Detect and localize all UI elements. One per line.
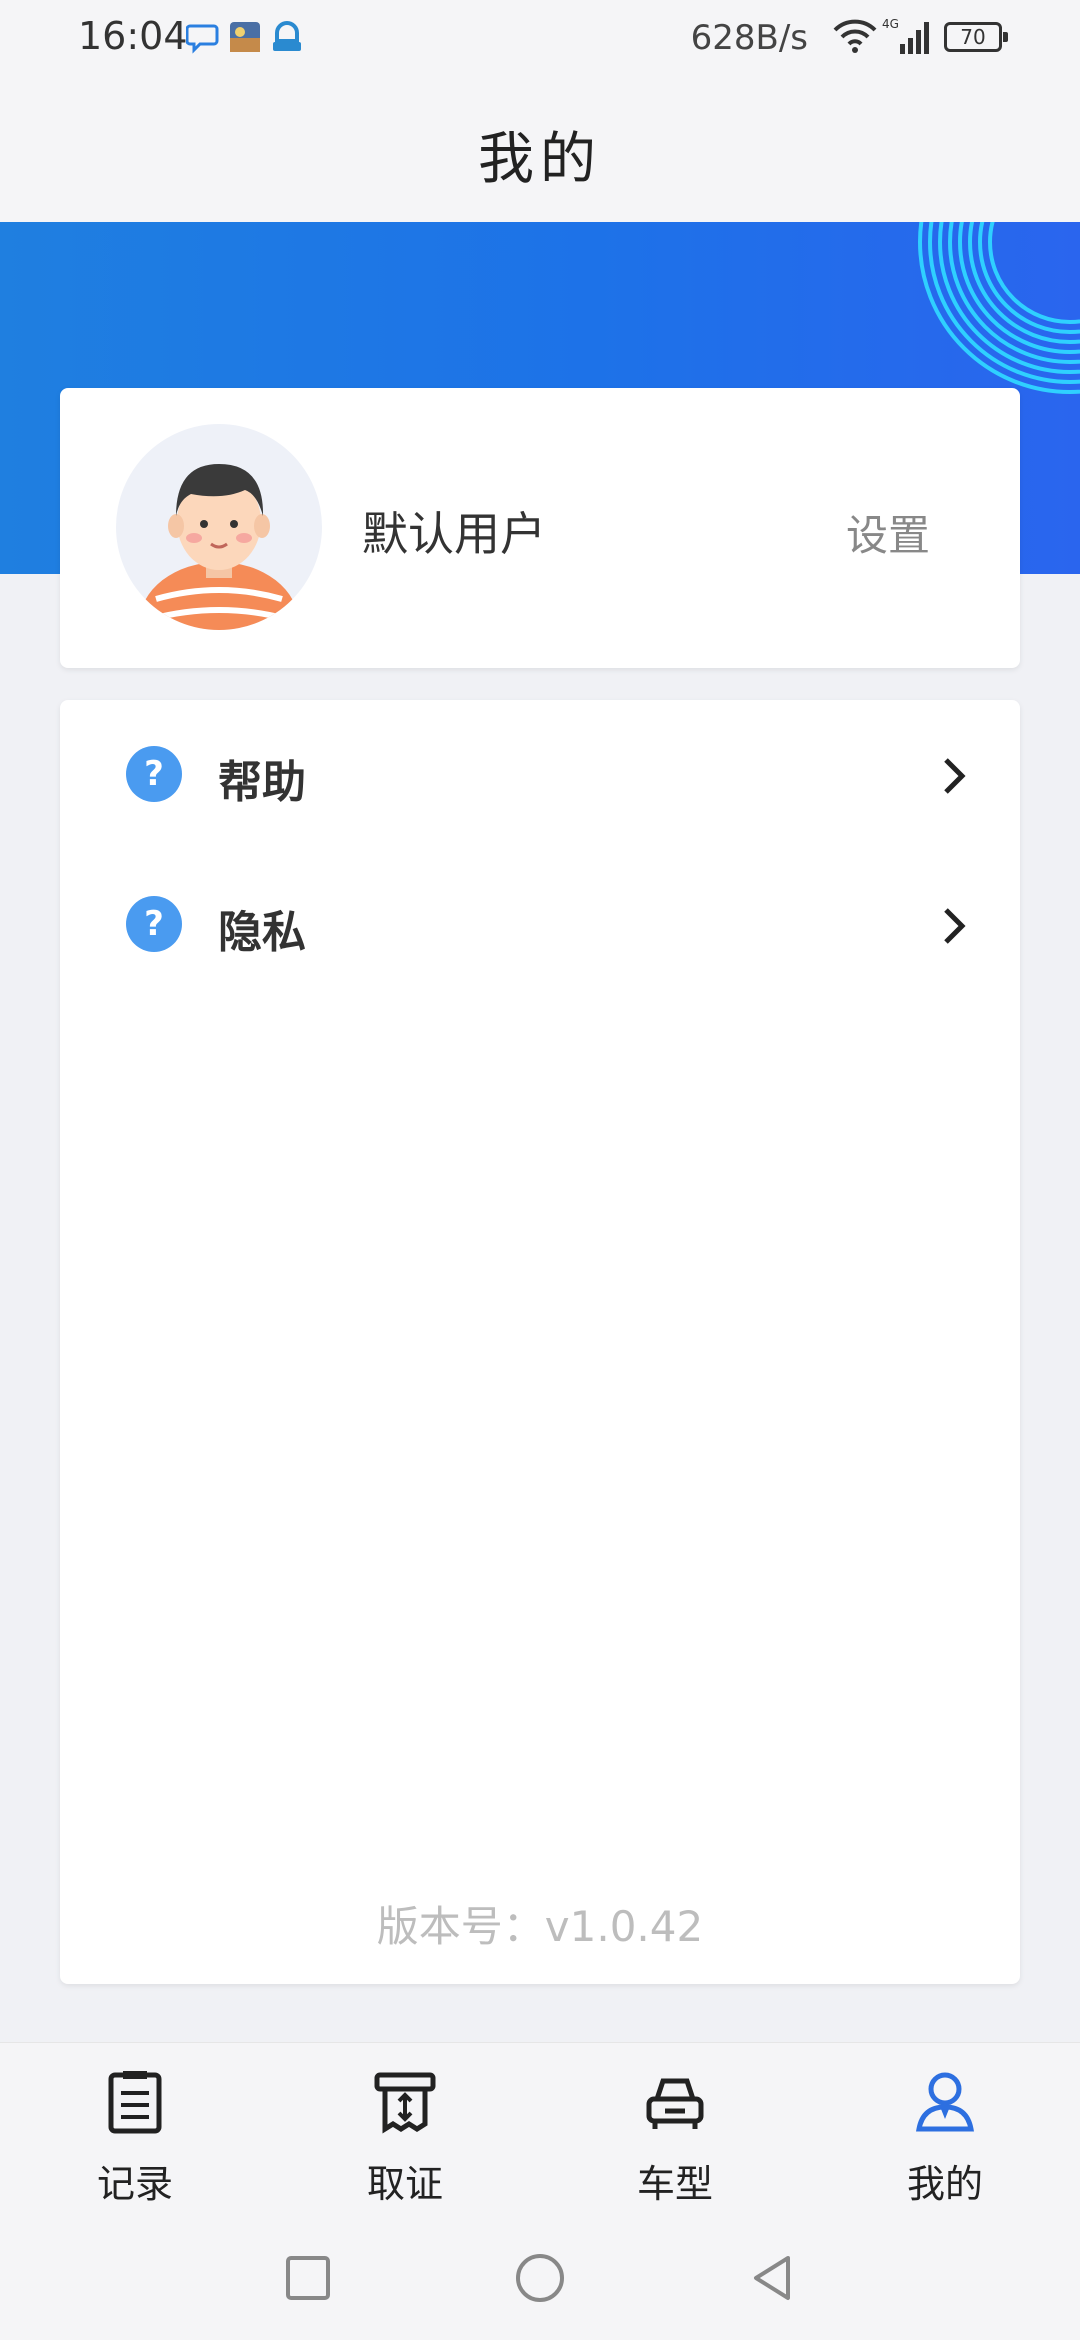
status-time: 16:04 (78, 14, 188, 58)
nav-item-mine[interactable]: 我的 (810, 2043, 1080, 2213)
cellular-signal-icon: 4G (882, 17, 929, 54)
nav-item-car-model[interactable]: 车型 (540, 2043, 810, 2213)
battery-icon: 70 (944, 22, 1008, 52)
svg-text:4G: 4G (882, 17, 899, 31)
evidence-icon (374, 2072, 436, 2134)
shield-app-icon (273, 20, 301, 51)
bottom-nav: 记录 取证 车型 我的 (0, 2042, 1080, 2213)
back-icon[interactable] (746, 2252, 798, 2304)
network-speed: 628B/s (690, 18, 808, 58)
home-icon[interactable] (514, 2252, 566, 2304)
menu-item-label: 帮助 (218, 757, 306, 808)
nav-item-records[interactable]: 记录 (0, 2043, 270, 2213)
menu-item-label: 隐私 (218, 907, 306, 958)
car-icon (646, 2078, 704, 2129)
nav-label: 记录 (96, 2162, 173, 2206)
status-bar: 16:04 628B/s 4G 70 (0, 0, 1080, 80)
user-name: 默认用户 (362, 507, 546, 561)
version-label: 版本号：v1.0.42 (376, 1902, 704, 1951)
clipboard-icon (108, 2071, 162, 2134)
user-icon (916, 2072, 974, 2132)
profile-card: 默认用户 设置 (60, 388, 1020, 668)
recents-icon[interactable] (282, 2252, 334, 2304)
chat-bubble-icon (186, 24, 219, 54)
nav-label: 取证 (366, 2162, 443, 2206)
chevron-right-icon (944, 758, 966, 794)
nav-label: 车型 (636, 2162, 713, 2206)
question-icon: ? (126, 896, 182, 952)
game-app-icon (230, 22, 260, 52)
user-avatar[interactable] (116, 424, 322, 630)
wifi-icon (833, 19, 877, 53)
page-title: 我的 (478, 127, 602, 192)
title-bar: 我的 (0, 80, 1080, 222)
settings-button[interactable]: 设置 (846, 502, 930, 563)
chevron-right-icon (944, 908, 966, 944)
menu-item-help[interactable]: ? 帮助 (60, 700, 1020, 840)
menu-card: ? 帮助 ? 隐私 版本号：v1.0.42 (60, 700, 1020, 1984)
nav-item-evidence[interactable]: 取证 (270, 2043, 540, 2213)
nav-label: 我的 (906, 2162, 983, 2206)
system-nav-bar (0, 2212, 1080, 2340)
question-icon: ? (126, 746, 182, 802)
menu-item-privacy[interactable]: ? 隐私 (60, 850, 1020, 990)
